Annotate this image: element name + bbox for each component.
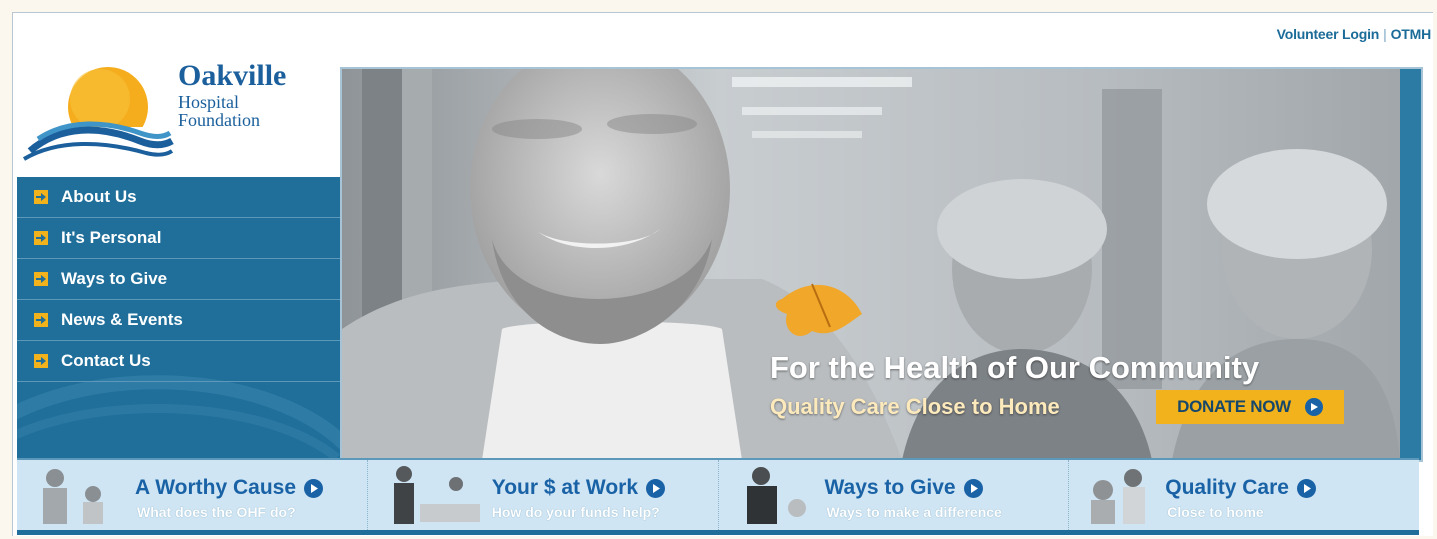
- circle-arrow-right-icon: [1304, 398, 1323, 416]
- logo-line-1: Oakville: [178, 59, 287, 92]
- tile-subtitle: Close to home: [1167, 504, 1264, 520]
- arrow-right-icon: [34, 190, 48, 204]
- hero-subheadline: Quality Care Close to Home: [770, 394, 1060, 419]
- sun-waves-logo-icon: [20, 67, 175, 167]
- tile-subtitle: What does the OHF do?: [137, 504, 296, 520]
- hero-headline: For the Health of Our Community: [770, 350, 1260, 385]
- arrow-right-icon: [34, 231, 48, 245]
- people-photo-icon: [1091, 469, 1146, 524]
- otmh-link[interactable]: OTMH: [1391, 26, 1432, 42]
- hero-banner: For the Health of Our Community Quality …: [340, 67, 1423, 462]
- tile-title: Quality Care: [1165, 476, 1316, 500]
- circle-arrow-right-icon: [304, 478, 324, 498]
- tile-title: Ways to Give: [825, 476, 983, 500]
- sidebar-item-label: It's Personal: [61, 228, 162, 247]
- top-links: Volunteer Login | OTMH: [1277, 26, 1432, 42]
- arrow-right-icon: [34, 354, 48, 368]
- tile-title-text: Ways to Give: [824, 476, 956, 499]
- arrow-right-icon: [34, 272, 48, 286]
- logo-line-3: Foundation: [178, 110, 261, 130]
- tile-subtitle: Ways to make a difference: [826, 504, 1002, 520]
- sidebar-item-label: Ways to Give: [61, 269, 168, 288]
- sidebar-item-its-personal[interactable]: It's Personal: [17, 218, 340, 259]
- tile-title: A Worthy Cause: [135, 476, 324, 500]
- logo-text: Oakville Hospital Foundation: [178, 59, 287, 130]
- sidebar-item-label: News & Events: [61, 310, 183, 329]
- tile-title: Your $ at Work: [491, 476, 666, 500]
- circle-arrow-right-icon: [963, 478, 983, 498]
- sidebar-nav: About Us It's Personal Ways to Give News…: [17, 177, 340, 458]
- sidebar-item-about-us[interactable]: About Us: [17, 177, 340, 218]
- tile-your-money-at-work[interactable]: Your $ at Work How do your funds help?: [368, 460, 719, 530]
- people-photo-icon: [43, 469, 103, 524]
- sidebar-item-contact-us[interactable]: Contact Us: [17, 341, 340, 382]
- sidebar-item-news-events[interactable]: News & Events: [17, 300, 340, 341]
- feature-strip: A Worthy Cause What does the OHF do? You…: [17, 458, 1419, 535]
- tile-worthy-cause[interactable]: A Worthy Cause What does the OHF do?: [17, 460, 368, 530]
- tile-subtitle: How do your funds help?: [491, 504, 660, 520]
- circle-arrow-right-icon: [1296, 478, 1316, 498]
- tile-title-text: Your $ at Work: [491, 476, 639, 499]
- sidebar-item-ways-to-give[interactable]: Ways to Give: [17, 259, 340, 300]
- donate-now-button[interactable]: DONATE NOW: [1156, 390, 1344, 424]
- sidebar-item-label: Contact Us: [61, 351, 151, 370]
- sidebar-item-label: About Us: [61, 187, 137, 206]
- people-photo-icon: [746, 467, 806, 524]
- people-photo-icon: [393, 466, 480, 524]
- link-separator: |: [1383, 26, 1387, 42]
- hero-right-bar: [1400, 69, 1421, 460]
- circle-arrow-right-icon: [646, 478, 666, 498]
- tile-quality-care[interactable]: Quality Care Close to home: [1069, 460, 1419, 530]
- arrow-right-icon: [34, 313, 48, 327]
- tile-ways-to-give[interactable]: Ways to Give Ways to make a difference: [719, 460, 1070, 530]
- tile-title-text: Quality Care: [1165, 476, 1289, 499]
- volunteer-login-link[interactable]: Volunteer Login: [1277, 26, 1380, 42]
- tile-title-text: A Worthy Cause: [135, 476, 297, 499]
- donate-now-label: DONATE NOW: [1177, 397, 1291, 416]
- logo-line-2: Hospital: [178, 92, 239, 112]
- foundation-logo[interactable]: Oakville Hospital Foundation: [20, 55, 320, 175]
